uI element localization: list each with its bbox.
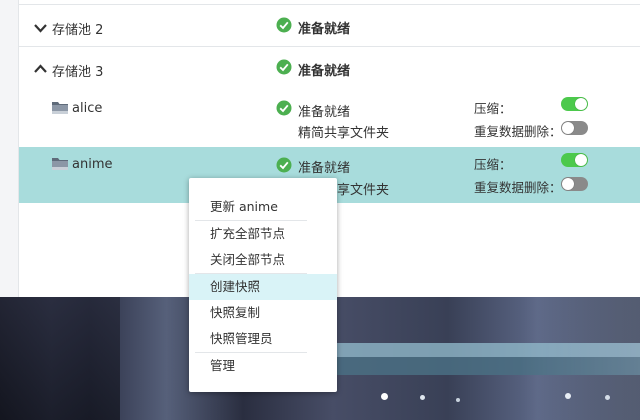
dedup-toggle[interactable] [561,177,588,191]
wallpaper-snow-dot [565,393,571,399]
left-sidebar-edge [0,0,18,297]
chevron-up-icon[interactable] [34,64,47,74]
compress-toggle[interactable] [561,153,588,167]
check-circle-icon [276,100,292,116]
wallpaper-glow [520,297,640,420]
dedup-toggle[interactable] [561,121,588,135]
check-circle-icon [276,17,292,33]
pool-status: 准备就绪 [298,64,351,79]
menu-item-update[interactable]: 更新 anime [189,194,337,220]
share-name: anime [72,157,113,172]
folder-icon [52,158,68,170]
pool-name: 存储池 2 [52,23,104,38]
folder-icon [52,102,68,114]
compress-label: 压缩： [474,157,512,172]
pool-status: 准备就绪 [298,22,351,37]
share-status: 准备就绪 [298,105,351,120]
share-type: 精简共享文件夹 [298,126,390,141]
context-menu: 更新 anime 扩充全部节点 关闭全部节点 创建快照 快照复制 快照管理员 管… [189,178,337,392]
compress-label: 压缩： [474,101,512,116]
menu-item-manage[interactable]: 管理 [189,353,337,379]
share-name: alice [72,101,103,116]
share-status: 准备就绪 [298,161,351,176]
share-type-partial: 享文件夹 [337,183,390,198]
menu-item-snapshot-manager[interactable]: 快照管理员 [189,326,337,352]
dedup-label: 重复数据删除： [474,124,562,139]
menu-item-collapse-all[interactable]: 关闭全部节点 [189,247,337,273]
divider [19,4,640,5]
menu-item-expand-all[interactable]: 扩充全部节点 [189,221,337,247]
wallpaper-snow-dot [381,393,388,400]
check-circle-icon [276,59,292,75]
divider [19,46,640,47]
check-circle-icon [276,157,292,173]
wallpaper-snow-dot [456,398,460,402]
wallpaper-snow-dot [420,395,425,400]
dedup-label: 重复数据删除： [474,180,562,195]
wallpaper-snow-dot [605,395,610,400]
menu-item-create-snapshot[interactable]: 创建快照 [189,274,337,300]
compress-toggle[interactable] [561,97,588,111]
wallpaper-shadow-left [0,297,120,420]
chevron-down-icon[interactable] [34,23,47,33]
menu-item-snapshot-replica[interactable]: 快照复制 [189,300,337,326]
pool-name: 存储池 3 [52,65,104,80]
